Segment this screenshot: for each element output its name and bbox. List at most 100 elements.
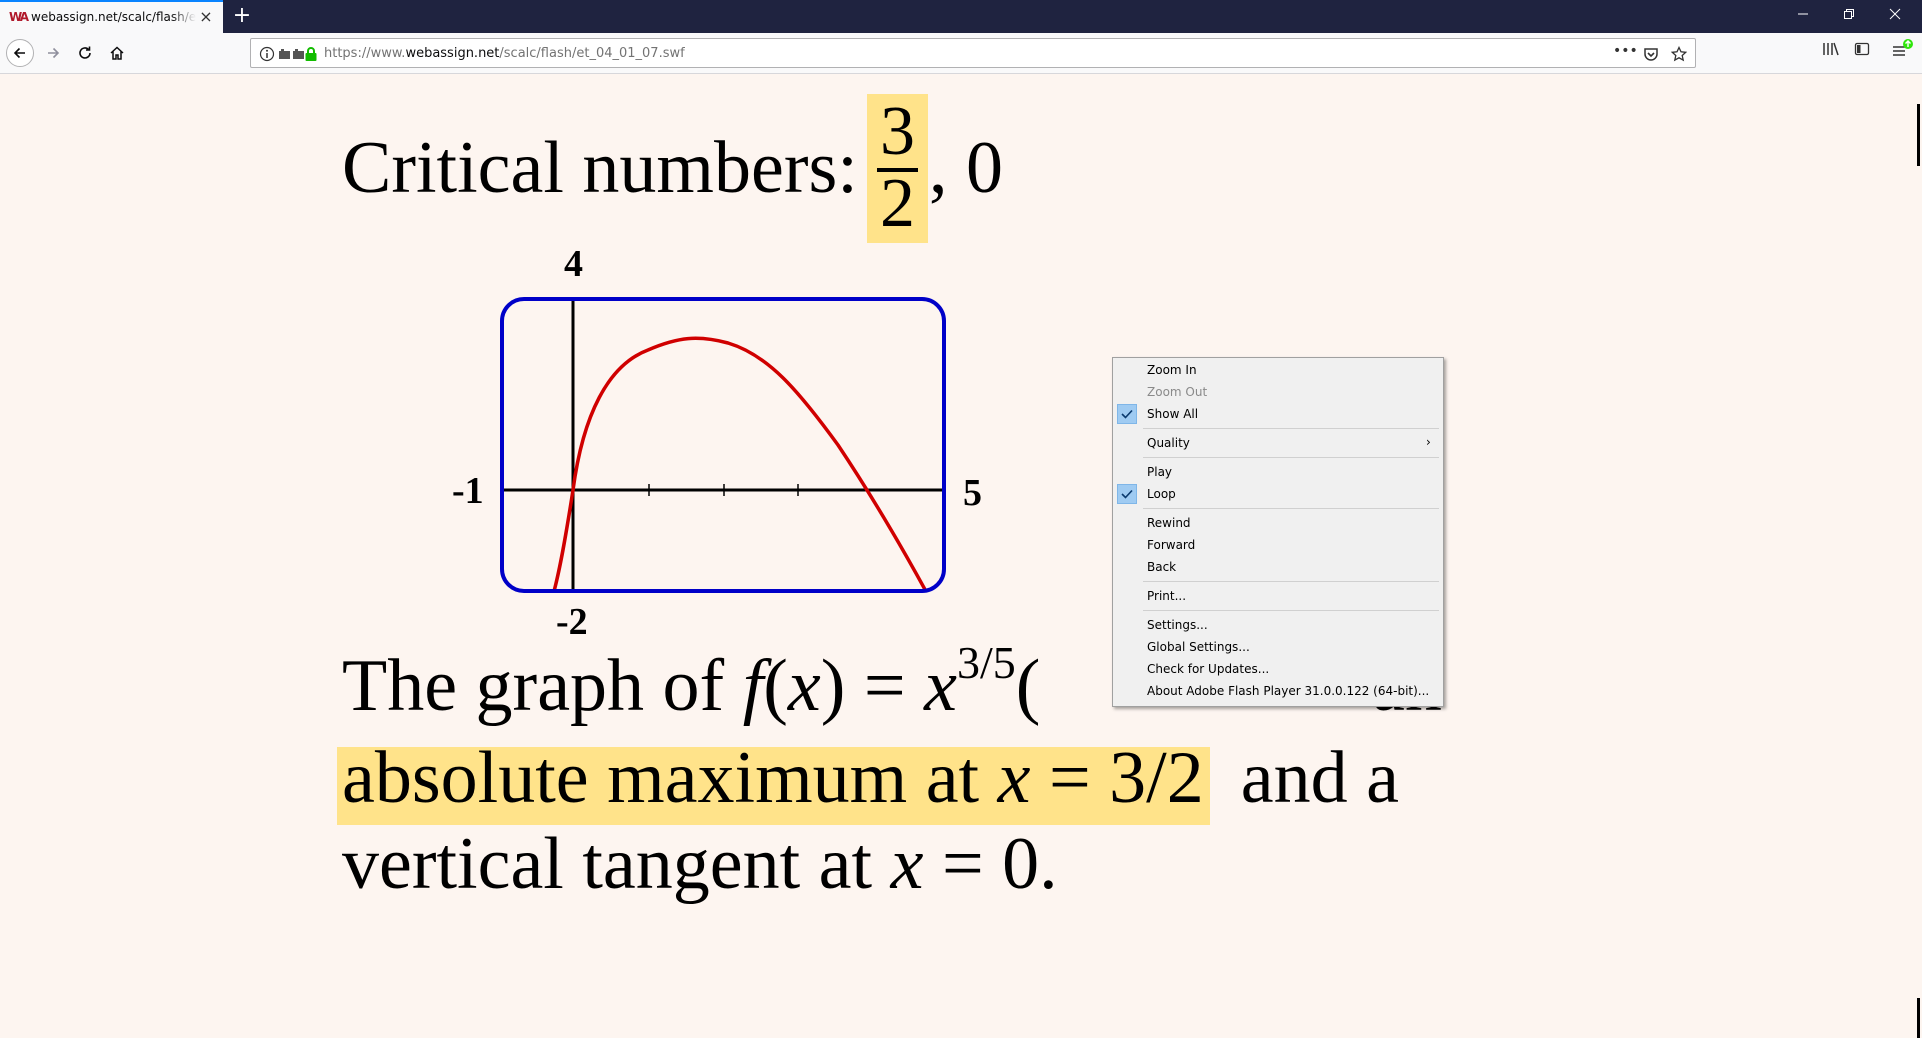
tab-strip: WA webassign.net/scalc/flash/et_04_01_07…: [0, 0, 1922, 33]
sidebar-icon[interactable]: [1854, 41, 1870, 61]
line1-equals: ) =: [820, 645, 925, 727]
flash-content-area[interactable]: Critical numbers: 3 2 , 0 4 -1 5 -2 The …: [0, 74, 1922, 1038]
secure-lock-icon: [304, 46, 318, 66]
menu-item-forward[interactable]: Forward: [1113, 534, 1443, 556]
webassign-favicon-icon: WA: [9, 10, 29, 24]
menu-label: Global Settings...: [1147, 640, 1250, 654]
critical-fraction-highlight: 3 2: [867, 93, 928, 243]
submenu-arrow-icon: ›: [1426, 435, 1431, 449]
line1-exponent: 3/5: [957, 637, 1016, 688]
checkmark-icon: [1117, 484, 1137, 504]
line3-value: = 0.: [923, 823, 1058, 905]
fraction-numerator: 3: [880, 93, 915, 170]
line1-paren-open: (: [763, 645, 788, 727]
plugin-icon[interactable]: [278, 46, 306, 66]
menu-label: Settings...: [1147, 618, 1208, 632]
line1-x: x: [787, 645, 821, 727]
menu-label: Back: [1147, 560, 1177, 574]
line3-text-a: vertical tangent at: [342, 823, 891, 905]
menu-separator: [1143, 428, 1439, 429]
menu-label: Forward: [1147, 538, 1196, 552]
pocket-icon[interactable]: [1643, 46, 1659, 66]
reload-button[interactable]: [70, 38, 100, 68]
statement-line-2: absolute maximum at x = 3/2 and a: [342, 736, 1399, 821]
line2-value: = 3/2: [1030, 737, 1204, 819]
menu-item-print[interactable]: Print...: [1113, 585, 1443, 607]
menu-separator: [1143, 508, 1439, 509]
edge-marker-bottom: [1917, 998, 1920, 1038]
line2-text-c: and a: [1203, 737, 1399, 819]
menu-separator: [1143, 581, 1439, 582]
menu-item-back[interactable]: Back: [1113, 556, 1443, 578]
url-text[interactable]: https://www.webassign.net/scalc/flash/et…: [324, 46, 685, 61]
close-window-icon[interactable]: [1872, 0, 1918, 33]
statement-line-3: vertical tangent at x = 0.: [342, 822, 1058, 907]
line1-x-base: x: [924, 645, 958, 727]
line1-text-a: The graph of: [342, 645, 743, 727]
function-curve: [551, 336, 930, 591]
menu-label: Zoom Out: [1147, 385, 1208, 399]
fraction-denominator: 2: [880, 165, 915, 242]
url-path: /scalc/flash/et_04_01_07.swf: [499, 46, 685, 61]
forward-arrow-icon: [48, 47, 60, 59]
menu-label: About Adobe Flash Player 31.0.0.122 (64-…: [1147, 684, 1430, 698]
critical-numbers-rest: , 0: [929, 127, 1003, 209]
library-icon[interactable]: [1822, 41, 1840, 61]
new-tab-button[interactable]: +: [230, 3, 254, 29]
flash-context-menu: Zoom In Zoom Out Show All Quality › Play…: [1112, 357, 1444, 707]
menu-label: Rewind: [1147, 516, 1191, 530]
menu-item-zoom-out: Zoom Out: [1113, 381, 1443, 403]
home-button[interactable]: [102, 38, 132, 68]
menu-item-quality[interactable]: Quality ›: [1113, 432, 1443, 454]
checkmark-icon: [1117, 404, 1137, 424]
menu-label: Check for Updates...: [1147, 662, 1270, 676]
menu-label: Zoom In: [1147, 363, 1197, 377]
line1-paren-open-2: (: [1015, 645, 1041, 727]
url-prefix: https://www.: [324, 46, 406, 61]
tab-close-icon[interactable]: ×: [198, 9, 214, 25]
browser-tab-active[interactable]: WA webassign.net/scalc/flash/et_04_01_07…: [0, 0, 223, 33]
restore-window-icon[interactable]: [1826, 0, 1872, 33]
menu-hamburger-icon[interactable]: [1891, 38, 1915, 64]
back-button[interactable]: [5, 38, 35, 68]
statement-line-1: The graph of f(x) = x3/5(: [342, 637, 1041, 729]
menu-label: Loop: [1147, 487, 1176, 501]
menu-separator: [1143, 457, 1439, 458]
tab-title: webassign.net/scalc/flash/et_04_01_07.sw…: [31, 10, 196, 24]
menu-item-check-updates[interactable]: Check for Updates...: [1113, 658, 1443, 680]
menu-label: Play: [1147, 465, 1173, 479]
url-bar[interactable]: https://www.webassign.net/scalc/flash/et…: [250, 38, 1696, 68]
menu-item-play[interactable]: Play: [1113, 461, 1443, 483]
menu-item-global-settings[interactable]: Global Settings...: [1113, 636, 1443, 658]
menu-item-about[interactable]: About Adobe Flash Player 31.0.0.122 (64-…: [1113, 680, 1443, 702]
menu-item-show-all[interactable]: Show All: [1113, 403, 1443, 425]
navigation-toolbar: https://www.webassign.net/scalc/flash/et…: [0, 33, 1922, 74]
menu-item-rewind[interactable]: Rewind: [1113, 512, 1443, 534]
line2-text-a: absolute maximum at: [342, 737, 998, 819]
graph-label-top: 4: [564, 243, 583, 285]
function-graph: [500, 297, 946, 593]
back-arrow-icon: [6, 39, 34, 67]
line2-x: x: [997, 737, 1031, 819]
home-icon: [110, 46, 124, 60]
menu-item-settings[interactable]: Settings...: [1113, 614, 1443, 636]
forward-button[interactable]: [38, 38, 68, 68]
menu-separator: [1143, 610, 1439, 611]
menu-item-zoom-in[interactable]: Zoom In: [1113, 359, 1443, 381]
menu-label: Quality: [1147, 436, 1190, 450]
bookmark-star-icon[interactable]: [1670, 45, 1688, 66]
site-info-icon[interactable]: [259, 46, 275, 66]
graph-label-left: -1: [452, 470, 484, 512]
menu-label: Print...: [1147, 589, 1187, 603]
page-actions-menu-icon[interactable]: •••: [1613, 43, 1638, 59]
menu-label: Show All: [1147, 407, 1199, 421]
minimize-window-icon[interactable]: [1780, 0, 1826, 33]
graph-label-right: 5: [963, 472, 982, 514]
reload-icon: [79, 46, 91, 59]
line3-x: x: [890, 823, 924, 905]
url-domain: webassign.net: [405, 46, 500, 61]
critical-numbers-label: Critical numbers:: [342, 127, 858, 209]
edge-marker-top: [1917, 104, 1920, 166]
menu-item-loop[interactable]: Loop: [1113, 483, 1443, 505]
graph-label-bottom: -2: [556, 601, 588, 643]
